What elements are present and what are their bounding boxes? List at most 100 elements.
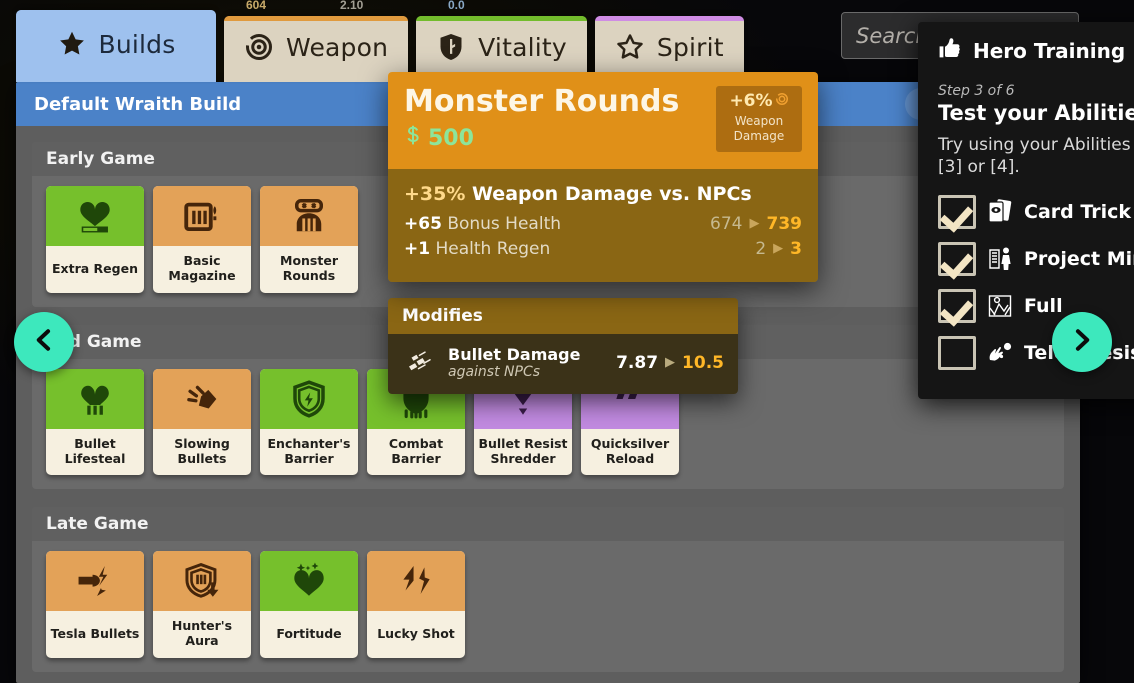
item-name: Monster Rounds — [260, 246, 358, 293]
badge-value: +6% — [729, 91, 772, 111]
item-name: Combat Barrier — [367, 429, 465, 476]
chevron-right-icon — [1068, 326, 1096, 358]
project-mind-icon — [986, 244, 1014, 274]
tooltip-stat-old: 2 — [755, 239, 766, 259]
souls-icon — [404, 125, 422, 153]
chevron-left-icon — [30, 326, 58, 358]
item-name: Bullet Resist Shredder — [474, 429, 572, 476]
section-title: Late Game — [32, 507, 1064, 541]
shield-bolt-icon — [260, 369, 358, 429]
item-card-enchanters-barrier[interactable]: Enchanter's Barrier — [260, 369, 358, 476]
checklist-item-project-mind[interactable]: Project Mind — [938, 242, 1134, 276]
previous-step-button[interactable] — [14, 312, 74, 372]
item-name: Hunter's Aura — [153, 611, 251, 658]
tooltip-stat-row: +1 Health Regen 2 ▶ 3 — [404, 239, 802, 259]
tooltip-stat-text: Bonus Health — [447, 214, 561, 234]
tab-builds[interactable]: Builds — [16, 10, 216, 82]
item-card-slowing-bullets[interactable]: Slowing Bullets — [153, 369, 251, 476]
modifies-values: 7.87 ▶ 10.5 — [616, 353, 724, 373]
item-card-basic-magazine[interactable]: Basic Magazine — [153, 186, 251, 293]
tesla-bullets-icon — [46, 551, 144, 611]
slowing-bullets-icon — [153, 369, 251, 429]
checkbox-checked-icon[interactable] — [938, 195, 976, 229]
badge-label-line1: Weapon — [720, 114, 798, 129]
item-card-extra-regen[interactable]: Extra Regen — [46, 186, 144, 293]
badge-label-line2: Damage — [720, 129, 798, 144]
checklist-item-label: Full — [1024, 295, 1063, 317]
tab-vitality-label: Vitality — [478, 33, 567, 62]
hero-training-description: Try using your Abilities by [3] or [4]. — [938, 135, 1134, 179]
monster-rounds-icon — [260, 186, 358, 246]
tooltip-stat-amount: +35% — [404, 183, 465, 205]
modifies-new-value: 10.5 — [682, 353, 724, 373]
lucky-shot-icon — [367, 551, 465, 611]
category-tabs: Builds Weapon Vitality Spirit — [16, 8, 744, 82]
checkbox-checked-icon[interactable] — [938, 242, 976, 276]
hero-training-title-row: Hero Training — [918, 22, 1134, 75]
item-tooltip-body: +35% Weapon Damage vs. NPCs +65 Bonus He… — [388, 169, 818, 282]
item-name: Quicksilver Reload — [581, 429, 679, 476]
arrow-right-icon: ▶ — [665, 355, 675, 370]
tab-spirit-label: Spirit — [657, 33, 724, 62]
modifies-stat-name: Bullet Damage — [448, 345, 604, 364]
tooltip-stat-row: +65 Bonus Health 674 ▶ 739 — [404, 214, 802, 234]
next-step-button[interactable] — [1052, 312, 1112, 372]
modifies-stat-sub: against NPCs — [448, 364, 604, 380]
checkbox-unchecked-icon[interactable] — [938, 336, 976, 370]
bullets-icon — [402, 346, 436, 380]
checkbox-checked-icon[interactable] — [938, 289, 976, 323]
item-card-monster-rounds[interactable]: Monster Rounds — [260, 186, 358, 293]
section-late-game: Late Game Tesla Bullets — [32, 507, 1064, 672]
modifies-header: Modifies — [388, 298, 738, 334]
sparkle-heart-icon — [260, 551, 358, 611]
tab-weapon-label: Weapon — [286, 33, 388, 62]
item-name: Lucky Shot — [367, 611, 465, 658]
item-tooltip-badge: +6% Weapon Damage — [716, 86, 802, 152]
hero-training-desc-line2: [3] or [4]. — [938, 157, 1134, 179]
item-name: Basic Magazine — [153, 246, 251, 293]
arrow-right-icon: ▶ — [750, 216, 760, 231]
weapon-target-icon — [775, 91, 789, 111]
thumbs-up-icon — [938, 36, 962, 65]
checklist-item-label: Project Mind — [1024, 248, 1134, 270]
modifies-tooltip: Modifies Bullet Damage against NPCs 7.87… — [388, 298, 738, 394]
modifies-body: Bullet Damage against NPCs 7.87 ▶ 10.5 — [388, 334, 738, 394]
tooltip-stat-old: 674 — [710, 214, 742, 234]
checklist-item-card-trick[interactable]: Card Trick — [938, 195, 1134, 229]
item-tooltip: Monster Rounds 500 +6% Weapon — [388, 72, 818, 282]
item-name: Extra Regen — [46, 246, 144, 293]
checklist-item-label: Card Trick — [1024, 201, 1131, 223]
lifesteal-icon — [46, 369, 144, 429]
item-card-fortitude[interactable]: Fortitude — [260, 551, 358, 658]
item-name: Slowing Bullets — [153, 429, 251, 476]
badge-value-row: +6% — [720, 91, 798, 111]
shield-icon — [436, 32, 466, 62]
hero-training-heading: Test your Abilities — [938, 101, 1134, 125]
tooltip-stat-secondary: +1 Health Regen — [404, 239, 755, 259]
hero-training-title: Hero Training — [973, 39, 1125, 63]
item-name: Enchanter's Barrier — [260, 429, 358, 476]
tooltip-stat-text: Health Regen — [435, 239, 550, 259]
tooltip-stat-secondary: +65 Bonus Health — [404, 214, 710, 234]
checklist-item-full[interactable]: Full — [938, 289, 1134, 323]
item-card-bullet-lifesteal[interactable]: Bullet Lifesteal — [46, 369, 144, 476]
page-title: Default Wraith Build — [34, 94, 241, 115]
arrow-right-icon: ▶ — [773, 241, 783, 256]
item-card-tesla-bullets[interactable]: Tesla Bullets — [46, 551, 144, 658]
weapon-target-icon — [244, 32, 274, 62]
tooltip-stat-text: Weapon Damage vs. NPCs — [472, 183, 752, 205]
full-ability-icon — [986, 291, 1014, 321]
heart-bar-icon — [46, 186, 144, 246]
item-name: Fortitude — [260, 611, 358, 658]
tab-weapon[interactable]: Weapon — [224, 16, 408, 82]
tooltip-stat-row: +35% Weapon Damage vs. NPCs — [404, 183, 802, 205]
item-card-hunters-aura[interactable]: Hunter's Aura — [153, 551, 251, 658]
hunters-aura-icon — [153, 551, 251, 611]
item-card-lucky-shot[interactable]: Lucky Shot — [367, 551, 465, 658]
tooltip-stat-values: 2 ▶ 3 — [755, 239, 802, 259]
tooltip-stat-new: 3 — [790, 239, 802, 259]
hero-training-step: Step 3 of 6 — [938, 83, 1134, 99]
card-trick-icon — [986, 197, 1014, 227]
item-name: Bullet Lifesteal — [46, 429, 144, 476]
modifies-text: Bullet Damage against NPCs — [448, 345, 604, 380]
